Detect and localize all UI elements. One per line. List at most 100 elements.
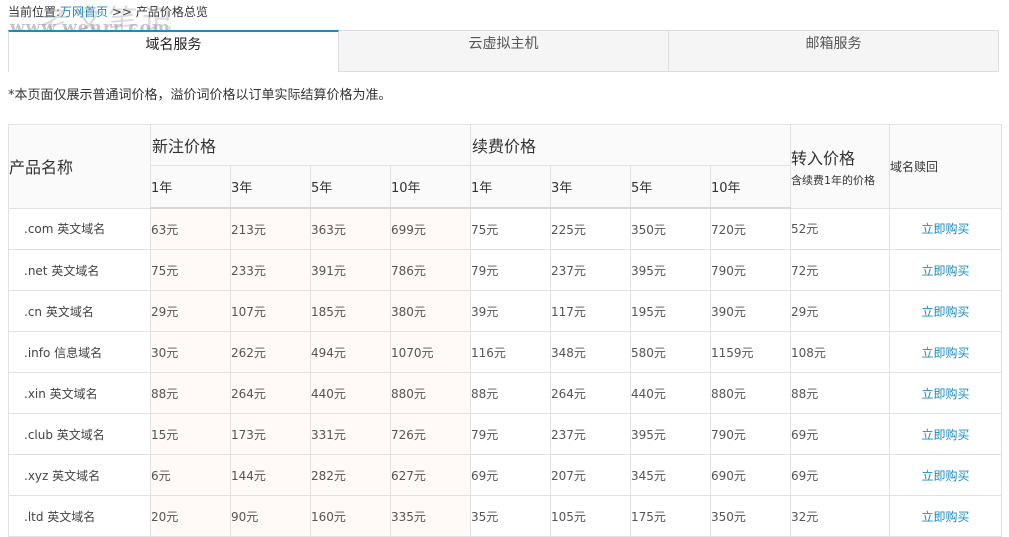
register-price-cell: 29元 [150, 290, 231, 332]
register-price-cell: 160元 [310, 495, 391, 537]
register-price-cell: 726元 [389, 413, 472, 455]
transfer-price-cell: 69元 [790, 413, 891, 455]
header-renew-period: 1年 [470, 165, 552, 209]
renew-price-cell: 264元 [550, 372, 632, 414]
renew-price-cell: 105元 [550, 495, 632, 537]
buy-cell: 立即购买 [889, 413, 1003, 455]
header-renew-period: 3年 [550, 165, 632, 209]
header-renew-label: 续费价格 [472, 137, 537, 156]
product-name-cell: .ltd 英文域名 [8, 495, 151, 537]
renew-price-cell: 79元 [470, 249, 552, 291]
table-row: .com 英文域名 63元 213元 363元 699元 75元 225元 350元 720元 5… [8, 207, 1003, 250]
renew-price-cell: 790元 [710, 249, 792, 291]
header-transfer-sub: 含续费1年的价格 [791, 173, 876, 187]
table-row: .club 英文域名 15元 173元 331元 726元 79元 237元 395元 790元… [8, 413, 1003, 455]
product-name-cell: .cn 英文域名 [8, 290, 151, 332]
renew-price-cell: 69元 [470, 454, 552, 496]
renew-price-cell: 350元 [710, 495, 792, 537]
renew-price-cell: 790元 [710, 413, 792, 455]
register-price-cell: 363元 [310, 207, 391, 250]
renew-price-cell: 116元 [470, 331, 552, 373]
header-register-price: 新注价格 [149, 124, 472, 166]
price-table-body: .com 英文域名 63元 213元 363元 699元 75元 225元 350元 720元 5… [8, 207, 1003, 537]
header-register-label: 新注价格 [152, 137, 217, 156]
transfer-price-cell: 69元 [790, 454, 891, 496]
register-price-cell: 15元 [150, 413, 231, 455]
breadcrumb-current: 产品价格总览 [135, 5, 208, 19]
header-transfer-price: 转入价格 含续费1年的价格 [790, 124, 891, 209]
header-register-period: 3年 [230, 165, 311, 209]
register-price-cell: 282元 [310, 454, 391, 496]
renew-price-cell: 79元 [470, 413, 552, 455]
buy-cell: 立即购买 [889, 290, 1003, 332]
renew-price-cell: 88元 [470, 372, 552, 414]
header-register-period: 5年 [310, 165, 391, 209]
buy-cell: 立即购买 [889, 372, 1003, 414]
buy-now-link[interactable]: 立即购买 [922, 469, 970, 483]
buy-now-link[interactable]: 立即购买 [922, 305, 970, 319]
header-register-period: 1年 [150, 165, 231, 209]
price-note: *本页面仅展示普通词价格，溢价词价格以订单实际结算价格为准。 [8, 88, 392, 103]
register-price-cell: 699元 [389, 207, 472, 250]
tab-cloud-hosting[interactable]: 云虚拟主机 [339, 30, 669, 72]
header-renew-period: 5年 [630, 165, 712, 209]
tab-email-service[interactable]: 邮箱服务 [669, 30, 999, 72]
register-price-cell: 264元 [230, 372, 311, 414]
register-price-cell: 173元 [230, 413, 311, 455]
product-name-cell: .net 英文域名 [8, 249, 151, 291]
buy-now-link[interactable]: 立即购买 [922, 510, 970, 524]
renew-price-cell: 395元 [630, 249, 712, 291]
header-transfer-label: 转入价格 [791, 148, 856, 168]
register-price-cell: 786元 [389, 249, 472, 291]
transfer-price-cell: 108元 [790, 331, 891, 373]
table-row: .cn 英文域名 29元 107元 185元 380元 39元 117元 195元 390元 29… [8, 290, 1003, 332]
tab-domain-service[interactable]: 域名服务 [8, 30, 339, 72]
renew-price-cell: 580元 [630, 331, 712, 373]
header-renew-period: 10年 [710, 165, 792, 209]
buy-cell: 立即购买 [889, 454, 1003, 496]
transfer-price-cell: 72元 [790, 249, 891, 291]
header-product-name: 产品名称 [8, 124, 151, 209]
buy-now-link[interactable]: 立即购买 [922, 222, 970, 236]
renew-price-cell: 880元 [710, 372, 792, 414]
buy-now-link[interactable]: 立即购买 [922, 428, 970, 442]
register-price-cell: 107元 [230, 290, 311, 332]
product-name-cell: .com 英文域名 [8, 207, 151, 250]
transfer-price-cell: 88元 [790, 372, 891, 414]
buy-now-link[interactable]: 立即购买 [922, 346, 970, 360]
header-domain-redeem: 域名赎回 [889, 124, 1003, 209]
header-register-period: 10年 [389, 165, 472, 209]
renew-price-cell: 348元 [550, 331, 632, 373]
table-row: .net 英文域名 75元 233元 391元 786元 79元 237元 395元 790元 7… [8, 249, 1003, 291]
header-renew-price: 续费价格 [470, 124, 792, 166]
transfer-price-cell: 29元 [790, 290, 891, 332]
register-price-cell: 880元 [389, 372, 472, 414]
register-price-cell: 75元 [150, 249, 231, 291]
product-name-cell: .info 信息域名 [8, 331, 151, 373]
register-price-cell: 88元 [150, 372, 231, 414]
register-price-cell: 185元 [310, 290, 391, 332]
register-price-cell: 380元 [389, 290, 472, 332]
renew-price-cell: 350元 [630, 207, 712, 250]
register-price-cell: 440元 [310, 372, 391, 414]
renew-price-cell: 237元 [550, 249, 632, 291]
register-price-cell: 1070元 [389, 331, 472, 373]
renew-price-cell: 345元 [630, 454, 712, 496]
register-price-cell: 331元 [310, 413, 391, 455]
buy-cell: 立即购买 [889, 249, 1003, 291]
table-row: .info 信息域名 30元 262元 494元 1070元 116元 348元 580元 11… [8, 331, 1003, 373]
renew-price-cell: 39元 [470, 290, 552, 332]
buy-now-link[interactable]: 立即购买 [922, 387, 970, 401]
register-price-cell: 213元 [230, 207, 311, 250]
renew-price-cell: 390元 [710, 290, 792, 332]
register-price-cell: 90元 [230, 495, 311, 537]
breadcrumb: 当前位置:万网首页 >> 产品价格总览 [8, 3, 208, 20]
breadcrumb-home-link[interactable]: 万网首页 [60, 5, 108, 19]
table-row: .ltd 英文域名 20元 90元 160元 335元 35元 105元 175元 350元 32… [8, 495, 1003, 537]
renew-price-cell: 720元 [710, 207, 792, 250]
register-price-cell: 391元 [310, 249, 391, 291]
buy-now-link[interactable]: 立即购买 [922, 264, 970, 278]
price-table: 产品名称 新注价格 续费价格 转入价格 含续费1年的价格 域名赎回 1年 3年 … [8, 124, 1003, 537]
renew-price-cell: 395元 [630, 413, 712, 455]
renew-price-cell: 237元 [550, 413, 632, 455]
